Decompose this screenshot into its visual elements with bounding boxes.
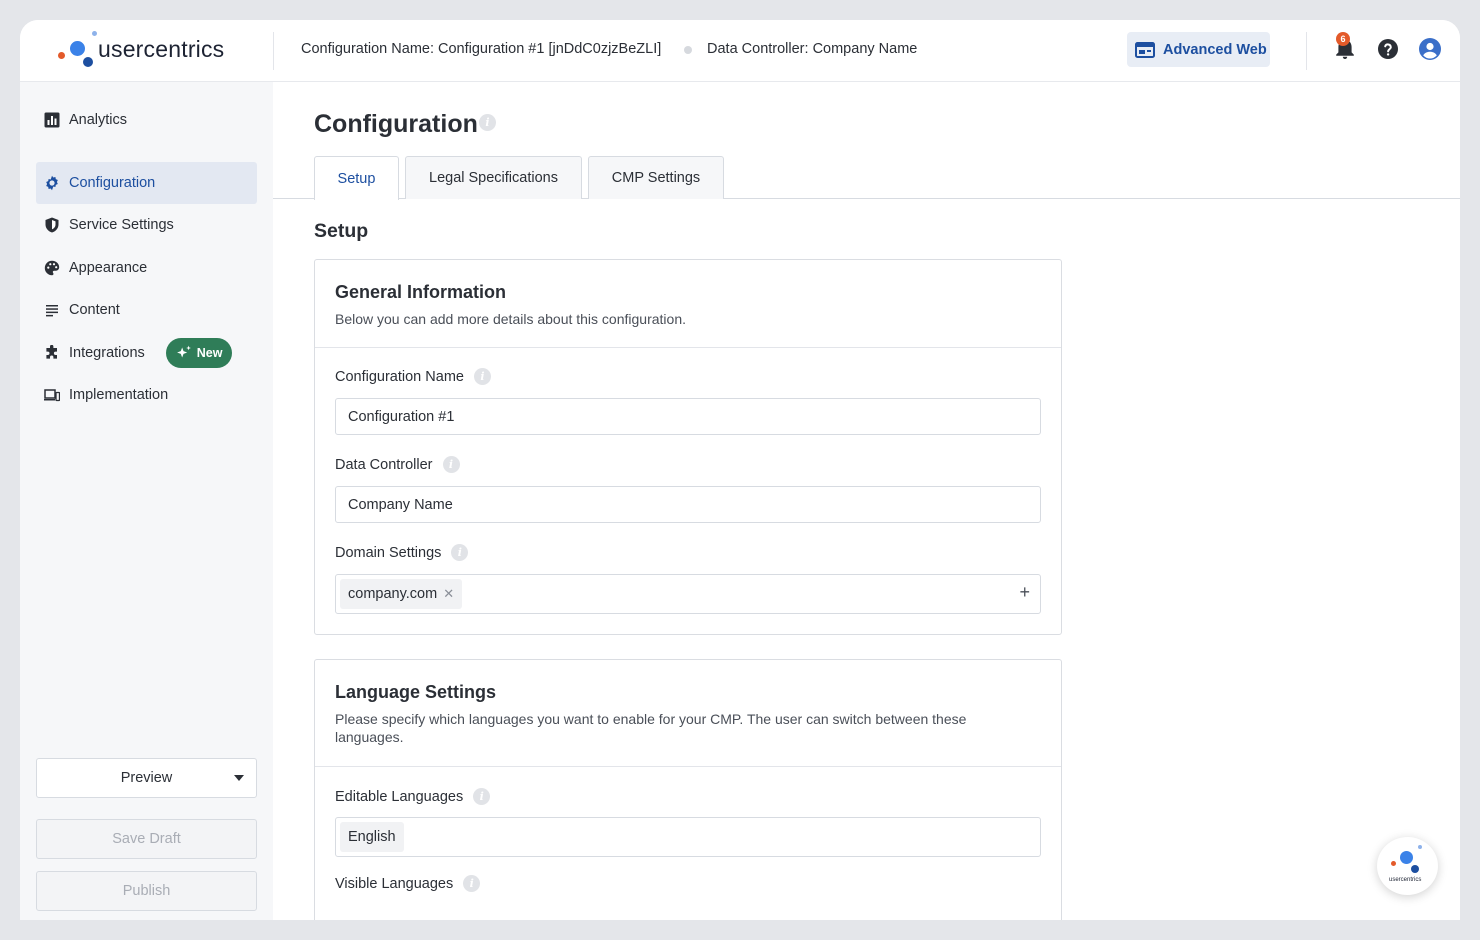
sidebar-item-label: Appearance <box>69 260 148 276</box>
domain-settings-input[interactable]: company.com ✕ + <box>335 574 1041 614</box>
config-name-label: Configuration Name i <box>335 368 491 385</box>
logo-text: usercentrics <box>98 36 225 62</box>
browser-window-icon <box>1135 41 1155 58</box>
config-name-label-text: Configuration Name <box>335 368 464 385</box>
info-icon[interactable]: i <box>473 788 491 805</box>
editable-languages-label: Editable Languages i <box>335 788 491 805</box>
language-settings-card: Language Settings Please specify which l… <box>314 659 1062 920</box>
plus-icon[interactable]: + <box>1019 583 1030 601</box>
general-information-card: General Information Below you can add mo… <box>314 259 1062 635</box>
language-chip-label: English <box>348 829 396 845</box>
visible-languages-label-text: Visible Languages <box>335 875 454 892</box>
sidebar-item-appearance[interactable]: Appearance <box>36 247 257 289</box>
data-controller-label: Data Controller i <box>335 456 460 473</box>
preview-label: Preview <box>120 770 173 786</box>
info-icon[interactable]: i <box>479 114 496 131</box>
data-controller-text: Data Controller: Company Name <box>707 41 918 57</box>
card-description: Below you can add more details about thi… <box>335 311 686 327</box>
new-badge: New <box>165 338 233 368</box>
bar-chart-icon <box>44 112 60 128</box>
header-divider-right <box>1306 32 1307 70</box>
card-header: General Information Below you can add mo… <box>315 260 1061 348</box>
fab-logo-text: usercentrics <box>1389 877 1422 883</box>
usercentrics-logo[interactable]: usercentrics <box>58 30 258 72</box>
sidebar-item-implementation[interactable]: Implementation <box>36 374 257 416</box>
sidebar-item-label: Content <box>69 302 120 318</box>
new-badge-label: New <box>196 346 223 360</box>
chevron-down-icon <box>234 775 244 781</box>
usercentrics-privacy-button[interactable]: usercentrics <box>1377 837 1438 895</box>
sidebar: Analytics Configuration Service Settings… <box>20 82 273 920</box>
sidebar-item-label: Integrations <box>69 345 145 361</box>
devices-icon <box>44 389 60 402</box>
tab-setup[interactable]: Setup <box>314 156 399 200</box>
account-icon[interactable] <box>1418 37 1442 61</box>
sidebar-item-integrations[interactable]: Integrations New <box>36 332 257 374</box>
sparkle-icon <box>176 345 191 358</box>
data-controller-label-text: Data Controller <box>335 456 433 473</box>
shield-icon <box>45 217 59 233</box>
help-icon[interactable] <box>1376 37 1400 61</box>
config-name-text: Configuration Name: Configuration #1 [jn… <box>301 41 662 57</box>
card-header: Language Settings Please specify which l… <box>315 660 1061 767</box>
domain-chip-label: company.com <box>348 586 438 602</box>
gear-icon <box>46 175 58 191</box>
app-window: usercentrics Configuration Name: Configu… <box>20 20 1460 920</box>
card-title: Language Settings <box>335 682 497 702</box>
palette-icon <box>44 260 60 276</box>
tab-legal-specifications[interactable]: Legal Specifications <box>405 156 582 199</box>
domain-chip: company.com ✕ <box>340 579 463 609</box>
info-icon[interactable]: i <box>451 544 469 561</box>
visible-languages-label: Visible Languages i <box>335 875 481 892</box>
card-title: General Information <box>335 282 507 302</box>
preview-dropdown[interactable]: Preview <box>36 758 257 798</box>
info-icon[interactable]: i <box>463 875 481 892</box>
data-controller-input[interactable]: Company Name <box>335 486 1041 523</box>
page-title: Configuration <box>314 110 478 138</box>
sidebar-item-label: Implementation <box>69 387 169 403</box>
config-name-input[interactable]: Configuration #1 <box>335 398 1041 435</box>
language-chip: English <box>340 822 404 852</box>
advanced-web-button[interactable]: Advanced Web <box>1127 32 1270 67</box>
editable-languages-input[interactable]: English <box>335 817 1041 857</box>
editable-languages-label-text: Editable Languages <box>335 788 464 805</box>
sidebar-item-analytics[interactable]: Analytics <box>36 99 257 141</box>
puzzle-icon <box>46 345 57 359</box>
domain-settings-label: Domain Settings i <box>335 544 469 561</box>
sidebar-item-label: Service Settings <box>69 217 174 233</box>
advanced-web-label: Advanced Web <box>1163 41 1267 58</box>
text-lines-icon <box>46 305 58 317</box>
sidebar-item-configuration[interactable]: Configuration <box>36 162 257 204</box>
sidebar-item-content[interactable]: Content <box>36 289 257 331</box>
notification-count-badge: 6 <box>1336 32 1350 46</box>
config-name-value: Configuration #1 <box>348 408 455 425</box>
data-controller-value: Company Name <box>348 496 453 513</box>
header-bullet <box>684 46 692 54</box>
tab-cmp-settings[interactable]: CMP Settings <box>588 156 724 199</box>
close-icon[interactable]: ✕ <box>443 586 454 602</box>
domain-settings-label-text: Domain Settings <box>335 544 442 561</box>
sidebar-item-label: Analytics <box>69 112 128 128</box>
top-header: usercentrics Configuration Name: Configu… <box>20 20 1460 82</box>
sidebar-item-service-settings[interactable]: Service Settings <box>36 204 257 246</box>
publish-button[interactable]: Publish <box>36 871 257 911</box>
info-icon[interactable]: i <box>442 456 460 473</box>
section-title: Setup <box>314 220 369 242</box>
card-description: Please specify which languages you want … <box>335 711 967 745</box>
save-draft-button[interactable]: Save Draft <box>36 819 257 859</box>
header-divider <box>273 32 274 70</box>
info-icon[interactable]: i <box>473 368 491 385</box>
sidebar-item-label: Configuration <box>69 175 156 191</box>
